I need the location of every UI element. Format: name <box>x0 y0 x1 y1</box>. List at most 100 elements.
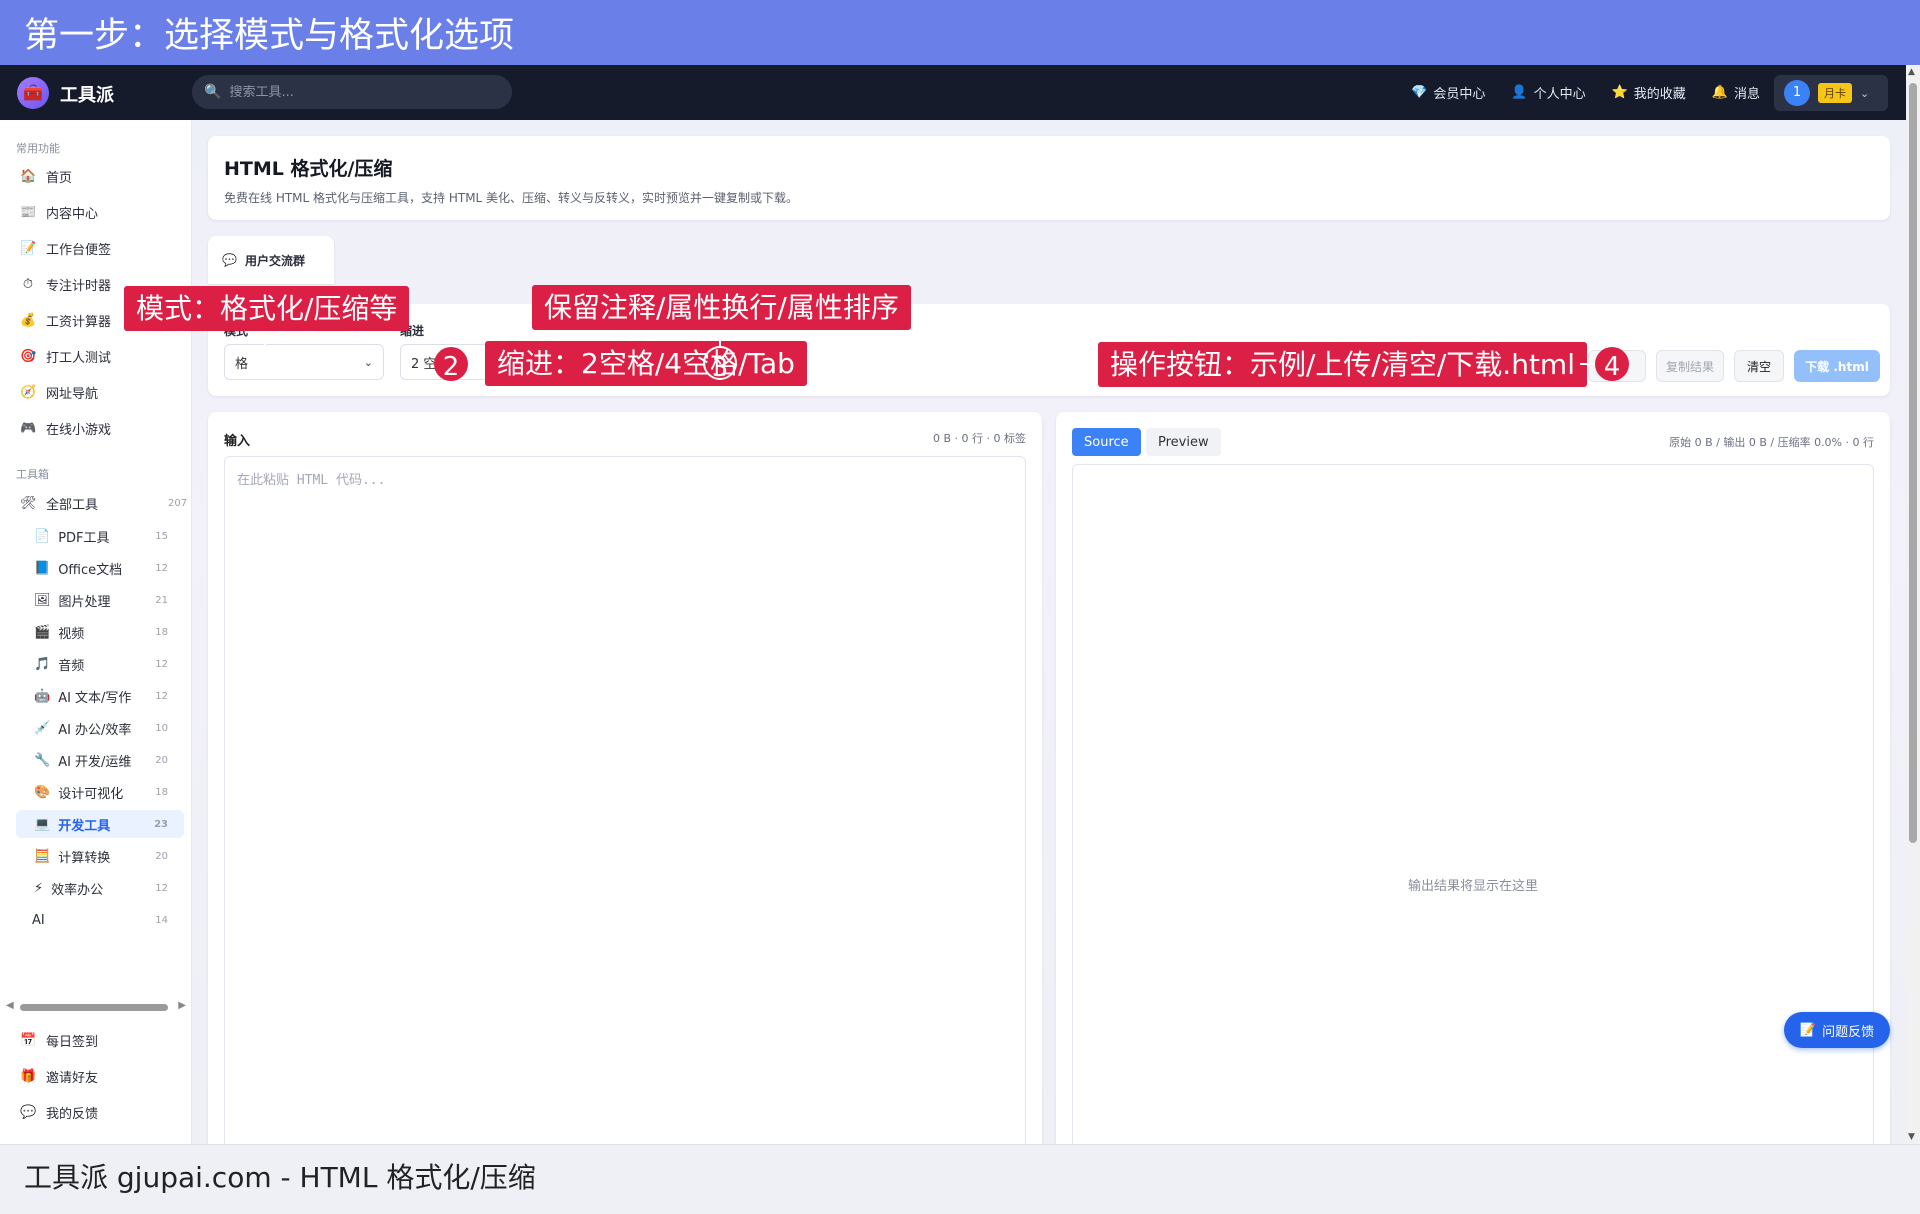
logo-icon[interactable]: 🧰 <box>17 77 49 109</box>
sidebar-category-efficiency[interactable]: ⚡ 效率办公 12 <box>16 874 184 902</box>
nav-links: 💎 会员中心 👤 个人中心 ⭐ 我的收藏 🔔 消息 <box>1411 65 1760 120</box>
money-bag-icon: 💰 <box>20 313 37 328</box>
newspaper-icon: 📰 <box>20 205 37 220</box>
sidebar-item-salary[interactable]: 💰 工资计算器 <box>20 311 111 330</box>
annotation-3-callout: 保留注释/属性换行/属性排序 <box>532 285 911 330</box>
sidebar-category-ai-writing[interactable]: 🤖 AI 文本/写作 12 <box>16 682 184 710</box>
nav-link-vip[interactable]: 💎 会员中心 <box>1411 83 1485 102</box>
chevron-down-icon: ⌄ <box>1860 86 1870 100</box>
speech-bubble-icon: 💬 <box>20 1105 37 1120</box>
search-input[interactable] <box>229 84 490 100</box>
sidebar-item-notes[interactable]: 📝 工作台便签 <box>20 239 111 258</box>
memo-icon: 📝 <box>20 241 37 256</box>
input-stats: 0 B · 0 行 · 0 标签 <box>932 432 1026 445</box>
sidebar-item-timer[interactable]: ⏱ 专注计时器 <box>20 275 111 294</box>
sidebar-category-calc[interactable]: 🧮 计算转换 20 <box>16 842 184 870</box>
scroll-up-arrow-icon[interactable]: ▲ <box>1908 67 1915 77</box>
user-menu[interactable]: 1 月卡 ⌄ <box>1774 75 1888 111</box>
sidebar-item-home[interactable]: 🏠 首页 <box>20 167 72 186</box>
feedback-button[interactable]: 📝 问题反馈 <box>1784 1012 1890 1048</box>
tutorial-step-title: 第一步：选择模式与格式化选项 <box>0 0 1920 65</box>
annotation-2-connector <box>468 363 486 365</box>
sidebar-horizontal-scrollbar[interactable]: ◀ ▶ <box>6 1000 186 1014</box>
tab-preview[interactable]: Preview <box>1146 428 1221 456</box>
nav-link-favorites[interactable]: ⭐ 我的收藏 <box>1612 83 1686 102</box>
page-vertical-scrollbar[interactable]: ▲ ▼ <box>1906 65 1920 1144</box>
gift-icon: 🎁 <box>20 1069 37 1084</box>
nav-link-messages[interactable]: 🔔 消息 <box>1712 83 1760 102</box>
tab-source[interactable]: Source <box>1072 428 1141 456</box>
sidebar-category-video[interactable]: 🎬 视频 18 <box>16 618 184 646</box>
annotation-4-marker: 4 <box>1595 347 1629 382</box>
sidebar-category-audio[interactable]: 🎵 音频 12 <box>16 650 184 678</box>
scrollbar-thumb[interactable] <box>20 1004 168 1011</box>
avatar: 1 <box>1784 80 1810 106</box>
sidebar-item-nav[interactable]: 🧭 网址导航 <box>20 383 98 402</box>
output-area[interactable]: 输出结果将显示在这里 <box>1072 464 1874 1164</box>
memo-icon: 📝 <box>1799 1022 1817 1038</box>
tab-user-group[interactable]: 💬 用户交流群 <box>208 236 334 284</box>
user-icon: 👤 <box>1511 85 1528 100</box>
wrench-icon: 🔧 <box>34 752 51 768</box>
star-icon: ⭐ <box>1611 85 1628 100</box>
html-input-textarea[interactable]: 在此粘贴 HTML 代码... <box>224 456 1026 1156</box>
download-html-button[interactable]: 下载 .html <box>1794 350 1880 382</box>
sidebar-category-design[interactable]: 🎨 设计可视化 18 <box>16 778 184 806</box>
site-caption: 工具派 gjupai.com - HTML 格式化/压缩 <box>0 1144 1920 1214</box>
music-icon: 🎵 <box>34 656 51 672</box>
main-content: HTML 格式化/压缩 免费在线 HTML 格式化与压缩工具，支持 HTML 美… <box>192 120 1906 1164</box>
page-title: HTML 格式化/压缩 <box>224 158 393 180</box>
sidebar-category-pdf[interactable]: 📄 PDF工具 15 <box>16 522 184 550</box>
pdf-icon: 📄 <box>34 528 51 544</box>
search-box[interactable]: 🔍 <box>192 75 512 109</box>
target-icon: 🎯 <box>20 349 37 364</box>
sidebar-item-invite[interactable]: 🎁 邀请好友 <box>20 1067 98 1086</box>
scroll-down-arrow-icon[interactable]: ▼ <box>1908 1132 1915 1142</box>
chat-bubble-icon: 💬 <box>222 253 237 267</box>
copy-result-button[interactable]: 复制结果 <box>1656 350 1724 382</box>
sidebar-item-games[interactable]: 🎮 在线小游戏 <box>20 419 111 438</box>
output-pane: Source Preview 原始 0 B / 输出 0 B / 压缩率 0.0… <box>1056 412 1890 1164</box>
membership-badge: 月卡 <box>1818 83 1852 103</box>
robot-icon: 🤖 <box>34 688 51 704</box>
home-icon: 🏠 <box>20 169 37 184</box>
tools-icon: 🛠 <box>20 496 37 511</box>
tool-header-card: HTML 格式化/压缩 免费在线 HTML 格式化与压缩工具，支持 HTML 美… <box>208 136 1890 220</box>
scrollbar-thumb[interactable] <box>1909 83 1917 843</box>
sidebar-category-ai-office[interactable]: 💉 AI 办公/效率 10 <box>16 714 184 742</box>
sidebar-category-ai-dev[interactable]: 🔧 AI 开发/运维 20 <box>16 746 184 774</box>
clear-button[interactable]: 清空 <box>1734 350 1784 382</box>
nav-link-profile[interactable]: 👤 个人中心 <box>1511 83 1585 102</box>
sidebar-category-devtools[interactable]: 💻 开发工具 23 <box>16 810 184 838</box>
sidebar-section-common: 常用功能 <box>16 142 60 155</box>
lightning-icon: ⚡ <box>34 880 44 896</box>
scroll-left-arrow-icon[interactable]: ◀ <box>6 1000 14 1011</box>
gamepad-icon: 🎮 <box>20 421 37 436</box>
sidebar-category-ai[interactable]: AI 14 <box>16 906 184 934</box>
input-pane: 输入 0 B · 0 行 · 0 标签 在此粘贴 HTML 代码... <box>208 412 1042 1156</box>
page-description: 免费在线 HTML 格式化与压缩工具，支持 HTML 美化、压缩、转义与反转义，… <box>224 191 799 205</box>
sidebar-item-content[interactable]: 📰 内容中心 <box>20 203 98 222</box>
annotation-1-marker: 1 <box>248 345 282 382</box>
annotation-4-callout: 操作按钮：示例/上传/清空/下载.html <box>1098 342 1587 387</box>
calculator-icon: 🧮 <box>34 848 51 864</box>
scroll-right-arrow-icon[interactable]: ▶ <box>178 1000 186 1011</box>
compass-icon: 🧭 <box>20 385 37 400</box>
annotation-2-marker: 2 <box>434 347 468 382</box>
input-title: 输入 <box>224 434 251 449</box>
sidebar-category-office[interactable]: 📘 Office文档 12 <box>16 554 184 582</box>
output-stats: 原始 0 B / 输出 0 B / 压缩率 0.0% · 0 行 <box>1669 436 1874 449</box>
sidebar-item-checkin[interactable]: 📅 每日签到 <box>20 1031 98 1050</box>
logo-text[interactable]: 工具派 <box>60 81 114 107</box>
sidebar-item-test[interactable]: 🎯 打工人测试 <box>20 347 111 366</box>
sidebar-item-feedback[interactable]: 💬 我的反馈 <box>20 1103 98 1122</box>
annotation-2-callout: 缩进：2空格/4空格/Tab <box>485 341 807 386</box>
image-icon: 🖼 <box>34 592 51 608</box>
sidebar-item-all-tools[interactable]: 🛠 全部工具 207 <box>20 494 188 513</box>
calendar-icon: 📅 <box>20 1033 37 1048</box>
search-icon: 🔍 <box>204 84 222 100</box>
sidebar: 常用功能 🏠 首页 📰 内容中心 📝 工作台便签 ⏱ 专注计时器 💰 工资计算器 🎯 打工人… <box>0 120 192 1144</box>
laptop-icon: 💻 <box>34 816 51 832</box>
sidebar-category-image[interactable]: 🖼 图片处理 21 <box>16 586 184 614</box>
stopwatch-icon: ⏱ <box>22 277 34 292</box>
